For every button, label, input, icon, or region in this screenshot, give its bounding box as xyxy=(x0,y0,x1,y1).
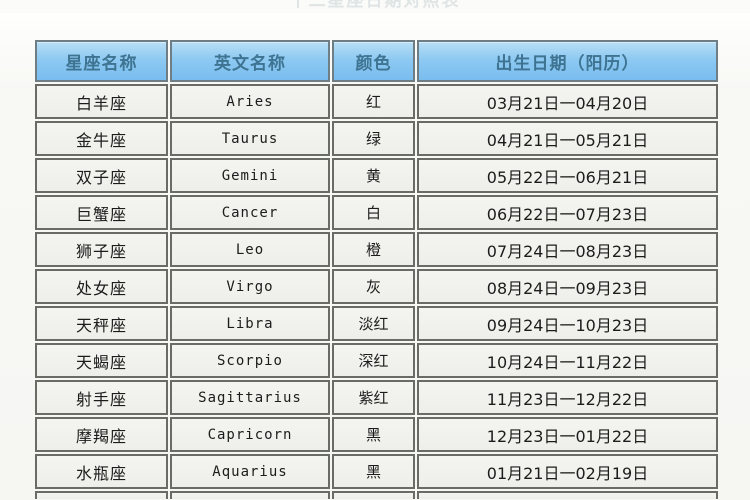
cell-zodiac-name: 双子座 xyxy=(35,158,168,193)
page-title-strip: 十二星座日期对照表 xyxy=(0,0,750,13)
cell-birth-date: 03月21日一04月20日 xyxy=(417,84,718,119)
cell-zodiac-name: 摩羯座 xyxy=(35,417,168,452)
cell-color: 黑 xyxy=(332,454,415,489)
table-row: 白羊座 Aries 红 03月21日一04月20日 xyxy=(35,84,718,119)
column-header-zodiac-name: 星座名称 xyxy=(35,40,168,82)
cell-english-name: Virgo xyxy=(170,269,330,304)
table-row: 处女座 Virgo 灰 08月24日一09月23日 xyxy=(35,269,718,304)
cell-zodiac-name: 金牛座 xyxy=(35,121,168,156)
cell-color: 白 xyxy=(332,195,415,230)
cell-color: 淡红 xyxy=(332,306,415,341)
column-header-birth-date: 出生日期（阳历） xyxy=(417,40,718,82)
table-row: 射手座 Sagittarius 紫红 11月23日一12月22日 xyxy=(35,380,718,415)
cell-color: 灰 xyxy=(332,269,415,304)
zodiac-table-container: 星座名称 英文名称 颜色 出生日期（阳历） 白羊座 Aries 红 03月21日… xyxy=(33,38,718,500)
header-row: 星座名称 英文名称 颜色 出生日期（阳历） xyxy=(35,40,718,82)
cell-zodiac-name: 天蝎座 xyxy=(35,343,168,378)
table-header: 星座名称 英文名称 颜色 出生日期（阳历） xyxy=(35,40,718,82)
cell-color: 黑 xyxy=(332,417,415,452)
cell-zodiac-name: 处女座 xyxy=(35,269,168,304)
cell-birth-date: 06月22日一07月23日 xyxy=(417,195,718,230)
cell-zodiac-name: 狮子座 xyxy=(35,232,168,267)
table-row: 天蝎座 Scorpio 深红 10月24日一11月22日 xyxy=(35,343,718,378)
cell-english-name: Aquarius xyxy=(170,454,330,489)
cell-english-name: Leo xyxy=(170,232,330,267)
cell-birth-date: 05月22日一06月21日 xyxy=(417,158,718,193)
cell-zodiac-name: 水瓶座 xyxy=(35,454,168,489)
cell-zodiac-name: 白羊座 xyxy=(35,84,168,119)
cell-zodiac-name xyxy=(35,491,168,499)
table-row: 巨蟹座 Cancer 白 06月22日一07月23日 xyxy=(35,195,718,230)
cell-color: 红 xyxy=(332,84,415,119)
column-header-english-name: 英文名称 xyxy=(170,40,330,82)
cell-color: 绿 xyxy=(332,121,415,156)
column-header-color: 颜色 xyxy=(332,40,415,82)
table-row-clipped xyxy=(35,491,718,499)
zodiac-table-page: 十二星座日期对照表 星座名称 英文名称 颜色 出生日期（阳历） 白羊座 Arie… xyxy=(0,0,750,500)
cell-english-name: Cancer xyxy=(170,195,330,230)
table-row: 金牛座 Taurus 绿 04月21日一05月21日 xyxy=(35,121,718,156)
cell-birth-date xyxy=(417,491,718,499)
cell-birth-date: 09月24日一10月23日 xyxy=(417,306,718,341)
cell-birth-date: 07月24日一08月23日 xyxy=(417,232,718,267)
cell-color: 黄 xyxy=(332,158,415,193)
cell-birth-date: 10月24日一11月22日 xyxy=(417,343,718,378)
cell-color xyxy=(332,491,415,499)
cell-english-name: Taurus xyxy=(170,121,330,156)
cell-birth-date: 12月23日一01月22日 xyxy=(417,417,718,452)
cell-zodiac-name: 天秤座 xyxy=(35,306,168,341)
cell-zodiac-name: 巨蟹座 xyxy=(35,195,168,230)
cell-color: 橙 xyxy=(332,232,415,267)
page-title: 十二星座日期对照表 xyxy=(289,0,461,11)
table-body: 白羊座 Aries 红 03月21日一04月20日 金牛座 Taurus 绿 0… xyxy=(35,84,718,499)
cell-english-name: Aries xyxy=(170,84,330,119)
cell-zodiac-name: 射手座 xyxy=(35,380,168,415)
table-row: 水瓶座 Aquarius 黑 01月21日一02月19日 xyxy=(35,454,718,489)
cell-english-name: Scorpio xyxy=(170,343,330,378)
cell-english-name: Sagittarius xyxy=(170,380,330,415)
table-row: 摩羯座 Capricorn 黑 12月23日一01月22日 xyxy=(35,417,718,452)
cell-birth-date: 01月21日一02月19日 xyxy=(417,454,718,489)
cell-color: 深红 xyxy=(332,343,415,378)
cell-birth-date: 04月21日一05月21日 xyxy=(417,121,718,156)
zodiac-table: 星座名称 英文名称 颜色 出生日期（阳历） 白羊座 Aries 红 03月21日… xyxy=(33,38,720,500)
table-row: 双子座 Gemini 黄 05月22日一06月21日 xyxy=(35,158,718,193)
cell-birth-date: 08月24日一09月23日 xyxy=(417,269,718,304)
cell-color: 紫红 xyxy=(332,380,415,415)
cell-english-name: Libra xyxy=(170,306,330,341)
table-row: 天秤座 Libra 淡红 09月24日一10月23日 xyxy=(35,306,718,341)
cell-birth-date: 11月23日一12月22日 xyxy=(417,380,718,415)
cell-english-name: Capricorn xyxy=(170,417,330,452)
table-row: 狮子座 Leo 橙 07月24日一08月23日 xyxy=(35,232,718,267)
cell-english-name xyxy=(170,491,330,499)
cell-english-name: Gemini xyxy=(170,158,330,193)
